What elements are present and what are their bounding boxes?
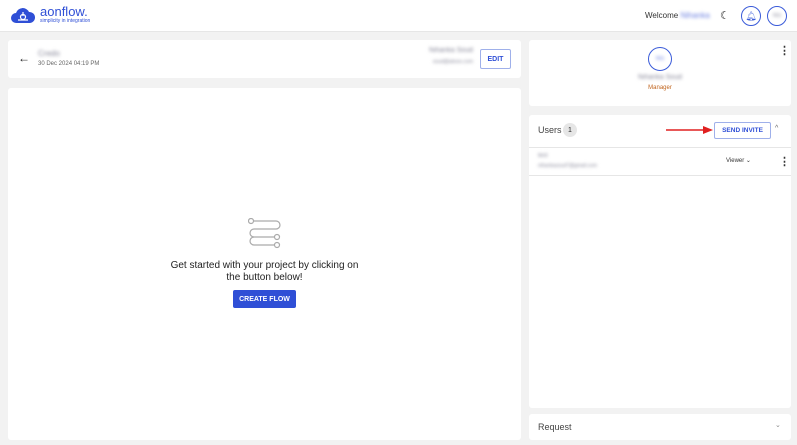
flow-illustration-icon bbox=[248, 218, 281, 249]
empty-state-line2: the button below! bbox=[226, 272, 303, 283]
profile-name: Nihanka Soud bbox=[638, 74, 682, 81]
red-arrow-annotation bbox=[666, 126, 713, 134]
notification-bell-icon[interactable]: 🔔︎ bbox=[741, 6, 761, 26]
back-arrow-icon[interactable]: ← bbox=[18, 51, 30, 65]
expand-chevron-down-icon[interactable]: ⌄ bbox=[775, 421, 781, 429]
flow-canvas-card: Get started with your project by clickin… bbox=[8, 88, 521, 440]
user-role-value: Viewer bbox=[726, 158, 745, 164]
user-email: nihankasoud7@gmail.com bbox=[538, 163, 597, 169]
cloud-logo-icon bbox=[11, 8, 36, 23]
user-avatar[interactable]: NS bbox=[767, 6, 787, 26]
user-name: test bbox=[538, 153, 548, 159]
user-row: test nihankasoud7@gmail.com Viewer ⌄ ⋮ bbox=[529, 147, 791, 176]
user-more-icon[interactable]: ⋮ bbox=[779, 157, 790, 168]
create-flow-button[interactable]: CREATE FLOW bbox=[233, 290, 296, 308]
empty-state-line1: Get started with your project by clickin… bbox=[170, 260, 359, 271]
welcome-label: Welcome bbox=[645, 11, 679, 20]
users-count-badge: 1 bbox=[563, 123, 577, 137]
profile-more-icon[interactable]: ⋮ bbox=[779, 46, 790, 57]
avatar-initials: NS bbox=[772, 13, 782, 19]
profile-role: Manager bbox=[648, 85, 672, 91]
profile-initials: NS bbox=[655, 56, 665, 62]
request-card[interactable]: Request ⌄ bbox=[529, 414, 791, 440]
welcome-user: Nihanka bbox=[680, 11, 710, 20]
top-header: aonflow. simplicity in integration Welcom… bbox=[0, 0, 797, 32]
brand-tagline: simplicity in integration bbox=[40, 18, 91, 24]
owner-email: soud@aboxx.com bbox=[432, 59, 473, 65]
project-header-card: ← Credo 30 Dec 2024 04:19 PM Nihanka Sou… bbox=[8, 40, 521, 78]
empty-state-message: Get started with your project by clickin… bbox=[8, 260, 521, 284]
logo[interactable]: aonflow. simplicity in integration bbox=[10, 4, 91, 24]
profile-card: NS Nihanka Soud Manager ⋮ bbox=[529, 40, 791, 106]
dark-mode-moon-icon[interactable]: ☾ bbox=[720, 9, 730, 22]
request-title: Request bbox=[538, 422, 572, 432]
profile-avatar: NS bbox=[648, 47, 672, 71]
collapse-chevron-up-icon[interactable]: ^ bbox=[775, 125, 778, 132]
users-title: Users bbox=[538, 125, 562, 135]
edit-button[interactable]: EDIT bbox=[480, 49, 511, 69]
welcome-text: Welcome Nihanka bbox=[645, 11, 710, 20]
chevron-down-icon: ⌄ bbox=[745, 158, 751, 164]
project-name: Credo bbox=[38, 49, 60, 58]
user-role-dropdown[interactable]: Viewer ⌄ bbox=[726, 157, 751, 164]
owner-name: Nihanka Soud bbox=[429, 47, 473, 54]
users-card: Users 1 SEND INVITE ^ test nihankasoud7@… bbox=[529, 115, 791, 408]
project-date: 30 Dec 2024 04:19 PM bbox=[38, 61, 100, 67]
send-invite-button[interactable]: SEND INVITE bbox=[714, 122, 771, 139]
brand-name: aonflow. bbox=[40, 4, 88, 19]
